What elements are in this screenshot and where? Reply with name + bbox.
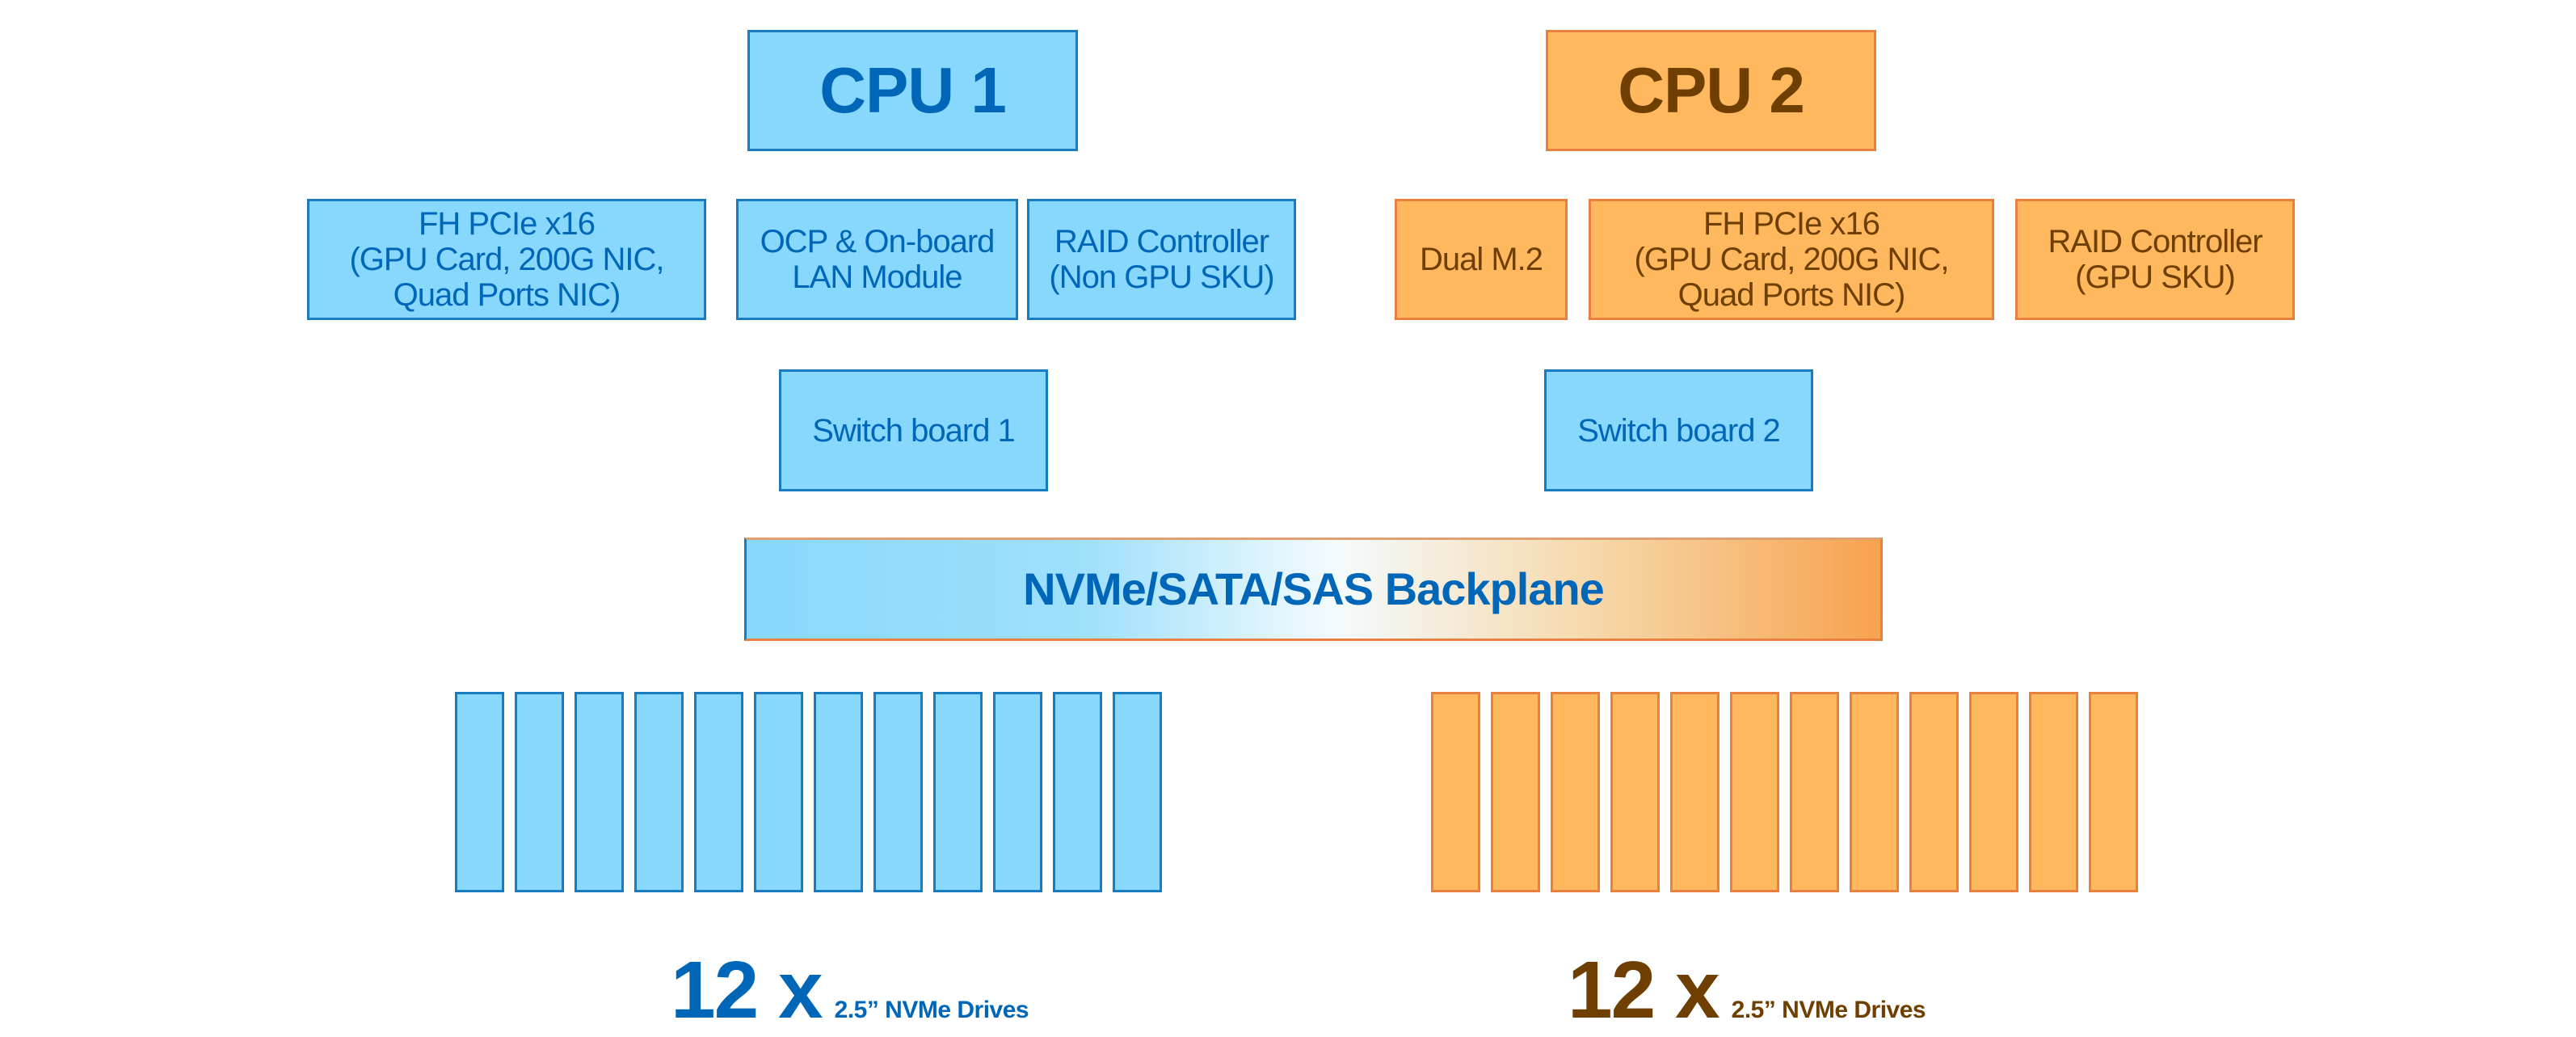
- module-line: (GPU SKU): [2075, 259, 2236, 295]
- module-line: (GPU Card, 200G NIC,: [349, 242, 664, 277]
- cpu1-box: CPU 1: [747, 30, 1078, 151]
- cpu1-drive-bay: [1113, 692, 1162, 892]
- cpu1-raid-box: RAID Controller (Non GPU SKU): [1027, 199, 1296, 320]
- module-line: (GPU Card, 200G NIC,: [1634, 242, 1949, 277]
- cpu2-box: CPU 2: [1546, 30, 1876, 151]
- switch-board-1: Switch board 1: [779, 369, 1048, 491]
- module-line: LAN Module: [792, 259, 962, 295]
- cpu2-drives-label: 12 x 2.5” NVMe Drives: [1568, 944, 1926, 1037]
- backplane-label: NVMe/SATA/SAS Backplane: [1023, 563, 1605, 615]
- cpu1-fh-pcie-box: FH PCIe x16 (GPU Card, 200G NIC, Quad Po…: [307, 199, 706, 320]
- module-line: RAID Controller: [2048, 224, 2262, 259]
- cpu2-drive-bay: [1610, 692, 1660, 892]
- cpu2-label: CPU 2: [1618, 54, 1805, 126]
- cpu2-dual-m2-box: Dual M.2: [1395, 199, 1568, 320]
- cpu1-drive-bay: [694, 692, 743, 892]
- cpu1-drive-bay: [993, 692, 1042, 892]
- module-line: RAID Controller: [1054, 224, 1269, 259]
- cpu1-drives-desc: 2.5” NVMe Drives: [834, 997, 1029, 1023]
- cpu1-drive-bay: [575, 692, 624, 892]
- cpu2-drive-bay: [2029, 692, 2078, 892]
- cpu2-drive-bay: [1730, 692, 1779, 892]
- cpu1-drive-bay: [754, 692, 803, 892]
- backplane-box: NVMe/SATA/SAS Backplane: [744, 537, 1883, 641]
- cpu2-fh-pcie-box: FH PCIe x16 (GPU Card, 200G NIC, Quad Po…: [1589, 199, 1994, 320]
- cpu1-drive-bay: [933, 692, 983, 892]
- cpu1-drive-bay: [1053, 692, 1102, 892]
- cpu1-drive-bay: [515, 692, 564, 892]
- cpu2-drive-bay: [1909, 692, 1959, 892]
- cpu1-drive-bay: [634, 692, 684, 892]
- cpu1-drive-bay: [455, 692, 504, 892]
- switch-board-2: Switch board 2: [1544, 369, 1813, 491]
- cpu2-drive-bay: [1551, 692, 1600, 892]
- cpu1-drive-bay: [873, 692, 923, 892]
- module-line: OCP & On-board: [760, 224, 995, 259]
- cpu2-drive-bay: [1491, 692, 1540, 892]
- module-line: FH PCIe x16: [1703, 206, 1880, 242]
- cpu1-drive-bay: [814, 692, 863, 892]
- cpu2-raid-box: RAID Controller (GPU SKU): [2015, 199, 2295, 320]
- cpu2-drive-bay: [1670, 692, 1719, 892]
- cpu1-drives-count: 12 x: [671, 945, 823, 1035]
- cpu2-drive-bay: [1431, 692, 1480, 892]
- module-line: (Non GPU SKU): [1049, 259, 1274, 295]
- module-line: Dual M.2: [1419, 242, 1543, 277]
- switch-board-1-label: Switch board 1: [812, 412, 1016, 449]
- switch-board-2-label: Switch board 2: [1577, 412, 1781, 449]
- cpu2-drive-bay: [1790, 692, 1839, 892]
- cpu1-label: CPU 1: [819, 54, 1007, 126]
- cpu1-drives-label: 12 x 2.5” NVMe Drives: [671, 944, 1029, 1037]
- module-line: FH PCIe x16: [419, 206, 596, 242]
- module-line: Quad Ports NIC): [393, 277, 621, 313]
- cpu2-drive-bay: [1850, 692, 1899, 892]
- cpu2-drives-count: 12 x: [1568, 945, 1720, 1035]
- cpu2-drive-bay: [2089, 692, 2138, 892]
- cpu2-drives-desc: 2.5” NVMe Drives: [1731, 997, 1926, 1023]
- cpu2-drive-bay: [1969, 692, 2018, 892]
- module-line: Quad Ports NIC): [1677, 277, 1906, 313]
- cpu1-ocp-lan-box: OCP & On-board LAN Module: [736, 199, 1018, 320]
